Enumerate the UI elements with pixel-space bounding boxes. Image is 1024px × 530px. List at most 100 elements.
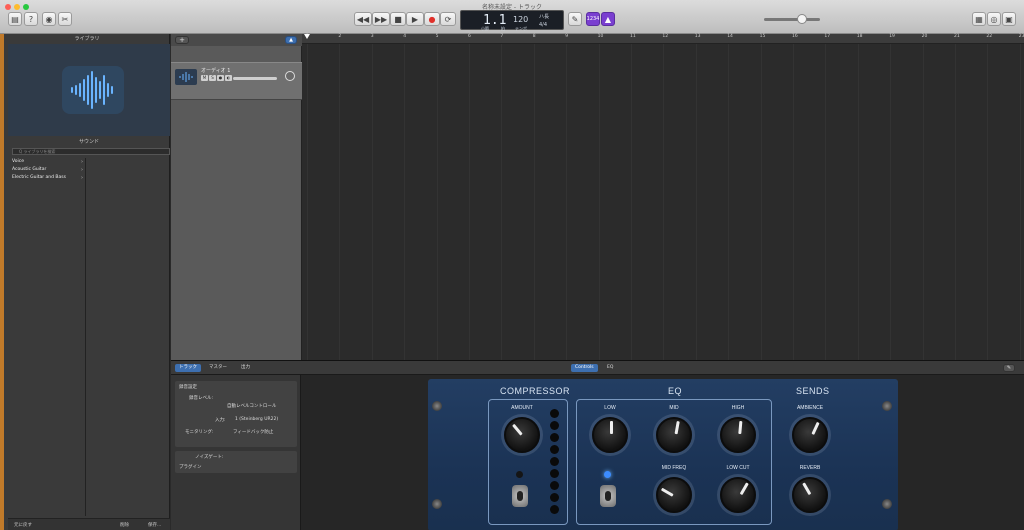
toolbar: 名称未設定 - トラック ▤ ? ◉ ✂ ◀◀ ▶▶ ■ ▶ ● ⟳ 1.1 小… [0,0,1024,34]
ruler-bar-19[interactable]: 19 [889,34,895,39]
record-enable-button[interactable]: ● [217,75,224,81]
play-icon[interactable]: ▶ [406,12,424,26]
ruler-bar-4[interactable]: 4 [403,34,406,39]
ruler-bar-3[interactable]: 3 [371,34,374,39]
bar-gridline [890,44,892,360]
smart-controls-icon[interactable]: ◉ [42,12,56,26]
library-search-input[interactable]: Q ライブラリを検索 [12,148,170,155]
eq-high-knob[interactable] [720,417,756,453]
ruler-bar-14[interactable]: 14 [727,34,733,39]
bar-gridline [533,44,535,360]
playhead[interactable] [304,34,310,39]
save-button[interactable]: 保存... [148,522,161,528]
mid-label: MID [669,405,679,411]
eq-low-knob[interactable] [592,417,628,453]
plugins-disclosure[interactable]: プラグイン [179,464,202,470]
bar-gridline [566,44,568,360]
tab-master[interactable]: マスター [205,364,231,372]
bar-gridline [857,44,859,360]
lcd-tempo-label: テンポ [515,26,527,31]
master-volume-slider[interactable] [764,18,820,21]
ruler-bar-8[interactable]: 8 [533,34,536,39]
ruler-bar-23[interactable]: 23 [1019,34,1024,39]
ruler-bar-16[interactable]: 16 [792,34,798,39]
eq-low-cut-knob[interactable] [720,477,756,513]
arrangement-area[interactable]: 1 2 3 4 5 6 7 8 9 10 11 12 13 14 15 16 17 18 19 20 21 22 23 [302,34,1024,360]
ruler-bar-2[interactable]: 2 [338,34,341,39]
ruler-bar-20[interactable]: 20 [922,34,928,39]
auto-level-checkbox[interactable]: 自動レベルコントロール [227,403,276,409]
eq-mid-freq-knob[interactable] [656,477,692,513]
track-pan-knob[interactable] [285,71,295,81]
compressor-toggle-switch[interactable] [512,485,528,507]
library-panel: ライブラリ サウンド Q ライブラリを検索 Voice › Acoustic G… [0,34,170,530]
add-track-button[interactable]: + [175,36,189,44]
ruler-bar-10[interactable]: 10 [598,34,604,39]
eq-mid-knob[interactable] [656,417,692,453]
tuner-icon[interactable]: ✎ [568,12,582,26]
track-inspector: 録音設定 録音レベル: 自動レベルコントロール 入力: 1 (Steinberg… [171,375,301,530]
monitoring-label: モニタリング: [185,430,214,435]
library-item-electric-guitar[interactable]: Electric Guitar and Bass › [8,174,85,182]
ambience-label: AMBIENCE [796,405,824,411]
ruler-bar-5[interactable]: 5 [436,34,439,39]
screw-icon [432,401,442,411]
loop-browser-icon[interactable]: ◎ [987,12,1001,26]
ruler-bar-18[interactable]: 18 [857,34,863,39]
solo-button[interactable]: S [209,75,216,81]
track-row[interactable]: オーディオ 1 M S ● ◐ [171,62,302,100]
library-icon[interactable]: ▤ [8,12,22,26]
input-select[interactable]: 1 (Steinberg UR22) [235,417,278,422]
track-waveform-icon [175,69,197,85]
ruler-bar-6[interactable]: 6 [468,34,471,39]
mute-button[interactable]: M [201,75,208,81]
record-icon[interactable]: ● [424,12,440,26]
ruler-bar-22[interactable]: 22 [986,34,992,39]
ruler-bar-17[interactable]: 17 [824,34,830,39]
ruler-bar-12[interactable]: 12 [662,34,668,39]
edit-pencil-icon[interactable]: ✎ [1003,364,1015,372]
delete-button[interactable]: 削除 [120,522,129,528]
library-footer: 元に戻す 削除 保存... [8,518,170,530]
rewind-icon[interactable]: ◀◀ [354,12,372,26]
library-item-voice[interactable]: Voice › [8,158,85,166]
monitoring-checkbox[interactable]: フィードバック防止 [233,429,273,435]
tab-track[interactable]: トラック [175,364,201,372]
ruler-bar-11[interactable]: 11 [630,34,636,39]
notepad-icon[interactable]: ▦ [972,12,986,26]
reverb-knob[interactable] [792,477,828,513]
track-volume-slider[interactable] [233,77,277,80]
ruler-bar-15[interactable]: 15 [760,34,766,39]
ruler-bar-13[interactable]: 13 [695,34,701,39]
editors-icon[interactable]: ✂ [58,12,72,26]
tab-eq[interactable]: EQ [603,364,617,372]
ruler-bar-9[interactable]: 9 [565,34,568,39]
meter-dot [550,481,559,490]
tab-controls[interactable]: Controls [571,364,598,372]
revert-button[interactable]: 元に戻す [14,522,32,528]
stop-icon[interactable]: ■ [390,12,406,26]
ruler-bar-21[interactable]: 21 [954,34,960,39]
eq-toggle-switch[interactable] [600,485,616,507]
media-browser-icon[interactable]: ▣ [1002,12,1016,26]
master-volume-knob[interactable] [797,14,807,24]
meter-dot [550,409,559,418]
ambience-knob[interactable] [792,417,828,453]
smart-tempo-icon[interactable]: ▲ [285,36,297,44]
ruler-bar-7[interactable]: 7 [500,34,503,39]
metronome-icon[interactable]: ▲ [601,12,615,26]
help-icon[interactable]: ? [24,12,38,26]
fast-forward-icon[interactable]: ▶▶ [372,12,390,26]
timeline-ruler[interactable]: 1 2 3 4 5 6 7 8 9 10 11 12 13 14 15 16 17 18 19 20 21 22 23 [302,34,1024,44]
lcd-display[interactable]: 1.1 小節 拍 120 テンポ ハ長 4/4 [460,10,564,31]
bar-gridline [760,44,762,360]
low-label: LOW [604,405,616,411]
input-label: 入力: [215,418,226,423]
count-in-button[interactable]: 1234 [586,12,600,26]
amount-knob[interactable] [504,417,540,453]
voice-waveform-icon [62,66,124,114]
cycle-icon[interactable]: ⟳ [440,12,456,26]
tab-output[interactable]: 出力 [237,364,254,372]
library-item-acoustic-guitar[interactable]: Acoustic Guitar › [8,166,85,174]
input-monitor-button[interactable]: ◐ [225,75,232,81]
